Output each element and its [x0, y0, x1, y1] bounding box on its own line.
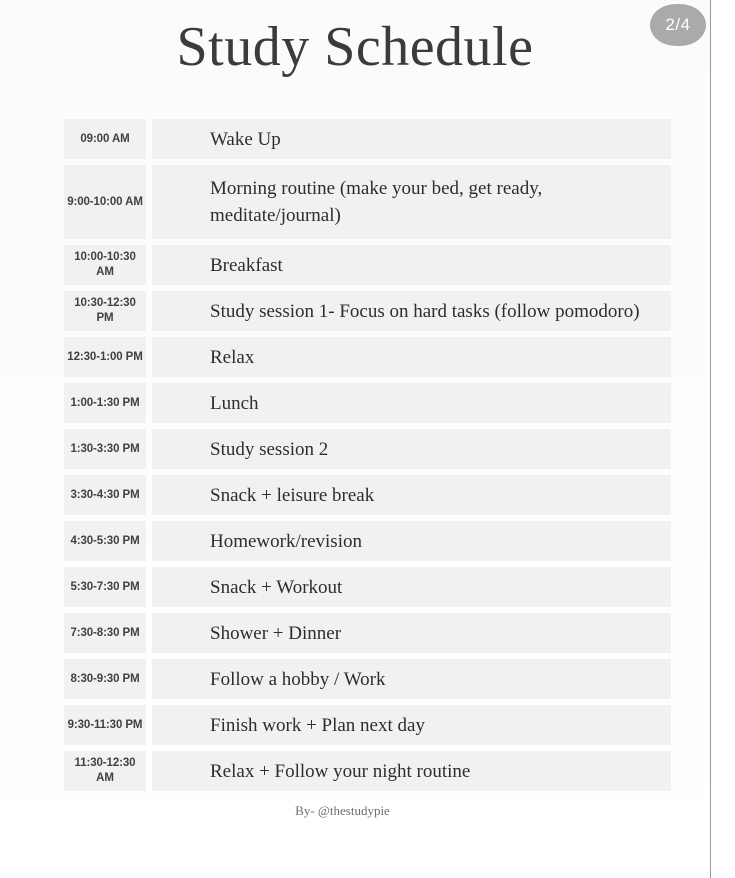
- schedule-task-cell: Follow a hobby / Work: [152, 659, 671, 700]
- schedule-task-cell: Finish work + Plan next day: [152, 705, 671, 746]
- schedule-task-cell: Breakfast: [152, 245, 671, 286]
- schedule-task-cell: Homework/revision: [152, 521, 671, 562]
- schedule-time-cell: 4:30-5:30 PM: [64, 521, 146, 562]
- schedule-time-cell: 5:30-7:30 PM: [64, 567, 146, 608]
- schedule-row: 10:30-12:30 PM Study session 1- Focus on …: [64, 291, 671, 332]
- schedule-time-cell: 9:00-10:00 AM: [64, 165, 146, 240]
- schedule-task-cell: Morning routine (make your bed, get read…: [152, 165, 671, 240]
- schedule-task-cell: Lunch: [152, 383, 671, 424]
- schedule-time-cell: 11:30-12:30 AM: [64, 751, 146, 792]
- schedule-time-cell: 8:30-9:30 PM: [64, 659, 146, 700]
- schedule-row: 7:30-8:30 PM Shower + Dinner: [64, 613, 671, 654]
- schedule-row: 09:00 AM Wake Up: [64, 119, 671, 160]
- schedule-time-cell: 1:00-1:30 PM: [64, 383, 146, 424]
- page-title: Study Schedule: [176, 16, 534, 78]
- schedule-task-cell: Snack + Workout: [152, 567, 671, 608]
- schedule-time-cell: 10:00-10:30 AM: [64, 245, 146, 286]
- schedule-row: 9:30-11:30 PM Finish work + Plan next day: [64, 705, 671, 746]
- schedule-time-cell: 10:30-12:30 PM: [64, 291, 146, 332]
- schedule-task-cell: Shower + Dinner: [152, 613, 671, 654]
- schedule-row: 5:30-7:30 PM Snack + Workout: [64, 567, 671, 608]
- study-schedule-page: 2/4 Study Schedule 09:00 AM Wake Up 9:00-1…: [0, 0, 710, 878]
- schedule-task-cell: Relax + Follow your night routine: [152, 751, 671, 792]
- schedule-table: 09:00 AM Wake Up 9:00-10:00 AM Morning rout…: [0, 119, 710, 792]
- schedule-task-cell: Wake Up: [152, 119, 671, 160]
- schedule-row: 1:30-3:30 PM Study session 2: [64, 429, 671, 470]
- schedule-task-cell: Study session 1- Focus on hard tasks (fo…: [152, 291, 671, 332]
- schedule-row: 9:00-10:00 AM Morning routine (make your …: [64, 165, 671, 240]
- credit-line: By- @thestudypie: [295, 803, 390, 819]
- schedule-row: 10:00-10:30 AM Breakfast: [64, 245, 671, 286]
- schedule-time-cell: 9:30-11:30 PM: [64, 705, 146, 746]
- schedule-row: 8:30-9:30 PM Follow a hobby / Work: [64, 659, 671, 700]
- schedule-task-cell: Study session 2: [152, 429, 671, 470]
- page-indicator-badge: 2/4: [650, 4, 706, 46]
- page-edge-divider: [710, 0, 711, 878]
- schedule-row: 3:30-4:30 PM Snack + leisure break: [64, 475, 671, 516]
- schedule-row: 11:30-12:30 AM Relax + Follow your night …: [64, 751, 671, 792]
- schedule-row: 12:30-1:00 PM Relax: [64, 337, 671, 378]
- schedule-time-cell: 1:30-3:30 PM: [64, 429, 146, 470]
- schedule-time-cell: 3:30-4:30 PM: [64, 475, 146, 516]
- schedule-task-cell: Relax: [152, 337, 671, 378]
- schedule-time-cell: 7:30-8:30 PM: [64, 613, 146, 654]
- schedule-row: 4:30-5:30 PM Homework/revision: [64, 521, 671, 562]
- schedule-time-cell: 12:30-1:00 PM: [64, 337, 146, 378]
- schedule-row: 1:00-1:30 PM Lunch: [64, 383, 671, 424]
- schedule-task-cell: Snack + leisure break: [152, 475, 671, 516]
- schedule-time-cell: 09:00 AM: [64, 119, 146, 160]
